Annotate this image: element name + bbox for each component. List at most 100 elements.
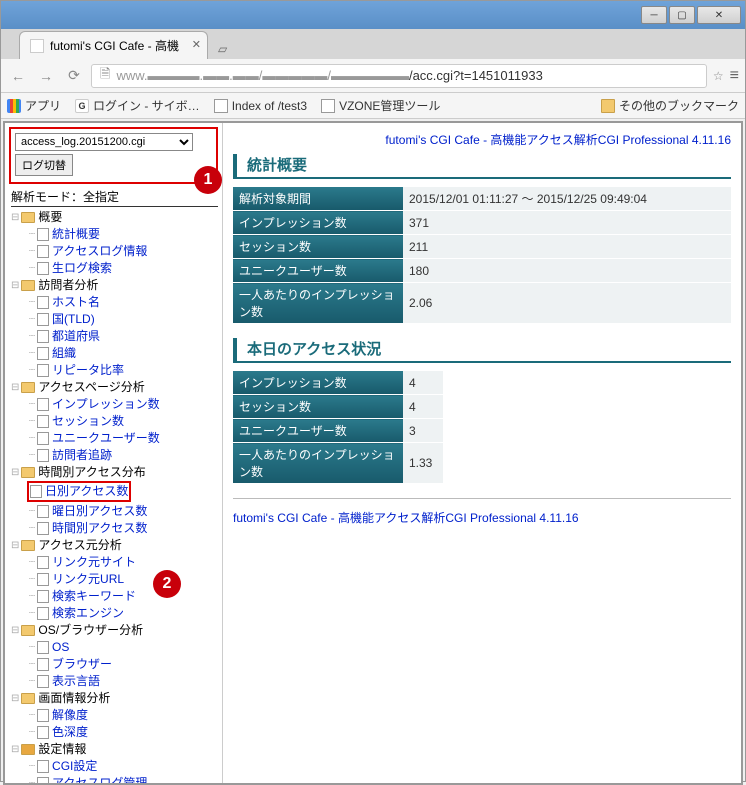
file-icon — [37, 398, 49, 411]
product-link-bottom[interactable]: futomi's CGI Cafe - 高機能アクセス解析CGI Profess… — [233, 509, 731, 526]
highlighted-tree-item[interactable]: 日別アクセス数 — [27, 481, 131, 502]
tree-item-label: 訪問者追跡 — [52, 447, 112, 464]
bookmark-star-icon[interactable]: ☆ — [713, 69, 724, 83]
tree-item[interactable]: ┈解像度 — [9, 707, 218, 724]
browser-tab[interactable]: futomi's CGI Cafe - 高機 ✕ — [19, 31, 208, 59]
tree-folder[interactable]: ⊟訪問者分析 — [9, 277, 218, 294]
forward-button[interactable]: → — [35, 65, 57, 87]
tree-item[interactable]: ┈組織 — [9, 345, 218, 362]
tree-folder-label: 訪問者分析 — [38, 277, 98, 294]
annotation-badge-1: 1 — [194, 166, 222, 194]
product-link-top[interactable]: futomi's CGI Cafe - 高機能アクセス解析CGI Profess… — [233, 131, 731, 148]
file-icon — [321, 99, 335, 113]
file-icon — [37, 505, 49, 518]
tree-item[interactable]: ┈統計概要 — [9, 226, 218, 243]
file-icon — [37, 245, 49, 258]
tree-folder[interactable]: ⊟画面情報分析 — [9, 690, 218, 707]
tree-item-label: ホスト名 — [52, 294, 100, 311]
tree-item[interactable]: ┈都道府県 — [9, 328, 218, 345]
log-switch-button[interactable]: ログ切替 — [15, 154, 73, 176]
table-row: インプレッション数371 — [233, 211, 731, 235]
tree-item[interactable]: ┈時間別アクセス数 — [9, 520, 218, 537]
log-selector-box: access_log.20151200.cgi ログ切替 1 — [9, 127, 218, 184]
file-icon — [37, 675, 49, 688]
file-icon — [37, 296, 49, 309]
tree-item[interactable]: ┈国(TLD) — [9, 311, 218, 328]
stat-value: 4 — [403, 395, 443, 419]
tree-folder-label: OS/ブラウザー分析 — [38, 622, 143, 639]
file-icon — [37, 777, 49, 783]
google-icon: G — [75, 99, 89, 113]
file-icon — [37, 607, 49, 620]
tree-folder[interactable]: ⊟アクセス元分析 — [9, 537, 218, 554]
url-field[interactable]: 🗎 www.▬▬▬▬.▬▬.▬▬/▬▬▬▬▬/▬▬▬▬▬▬ /acc.cgi?t… — [91, 64, 707, 88]
tree-item[interactable]: ┈CGI設定 — [9, 758, 218, 775]
tree-item[interactable]: ┈リンク元URL — [9, 571, 218, 588]
bookmarks-bar: アプリ Gログイン - サイボ… Index of /test3 VZONE管理… — [1, 93, 745, 119]
tree-item[interactable]: ┈検索エンジン — [9, 605, 218, 622]
tree-item-label: 国(TLD) — [52, 311, 95, 328]
maximize-button[interactable]: ▢ — [669, 6, 695, 24]
bookmark-login[interactable]: Gログイン - サイボ… — [75, 97, 200, 114]
tree-item[interactable]: ┈訪問者追跡 — [9, 447, 218, 464]
log-select[interactable]: access_log.20151200.cgi — [15, 133, 193, 151]
bookmark-other[interactable]: その他のブックマーク — [601, 97, 739, 114]
page-content: access_log.20151200.cgi ログ切替 1 解析モード：全指定… — [3, 121, 743, 785]
tab-close-icon[interactable]: ✕ — [192, 38, 201, 51]
tree-folder[interactable]: ⊟アクセスページ分析 — [9, 379, 218, 396]
chrome-menu-icon[interactable]: ≡ — [730, 67, 739, 85]
analysis-mode-label: 解析モード：全指定 — [11, 188, 218, 207]
tree-folder[interactable]: ⊟概要 — [9, 209, 218, 226]
folder-icon — [21, 382, 35, 393]
back-button[interactable]: ← — [7, 65, 29, 87]
file-icon — [37, 573, 49, 586]
tree-item[interactable]: ┈色深度 — [9, 724, 218, 741]
tree-item[interactable]: ┈セッション数 — [9, 413, 218, 430]
bookmark-index[interactable]: Index of /test3 — [214, 99, 307, 113]
tree-item[interactable]: ┈検索キーワード — [9, 588, 218, 605]
tree-item-label: 曜日別アクセス数 — [52, 503, 147, 520]
tree-folder[interactable]: ⊟OS/ブラウザー分析 — [9, 622, 218, 639]
stat-key: 一人あたりのインプレッション数 — [233, 443, 403, 484]
tree-item[interactable]: ┈ユニークユーザー数 — [9, 430, 218, 447]
new-tab-button[interactable]: ▱ — [212, 39, 233, 59]
bookmark-apps[interactable]: アプリ — [7, 97, 61, 114]
file-icon — [37, 330, 49, 343]
file-icon — [37, 760, 49, 773]
folder-icon — [21, 540, 35, 551]
minimize-button[interactable]: ─ — [641, 6, 667, 24]
tree-item[interactable]: ┈ホスト名 — [9, 294, 218, 311]
tree-item-label: 都道府県 — [52, 328, 100, 345]
address-bar: ← → ⟳ 🗎 www.▬▬▬▬.▬▬.▬▬/▬▬▬▬▬/▬▬▬▬▬▬ /acc… — [1, 59, 745, 93]
stat-value: 2015/12/01 01:11:27 ～ 2015/12/25 09:49:0… — [403, 187, 731, 211]
tree-folder[interactable]: ⊟時間別アクセス分布 — [9, 464, 218, 481]
folder-icon — [21, 693, 35, 704]
tree-item-label: 生ログ検索 — [52, 260, 112, 277]
tree-item[interactable]: ┈リンク元サイト — [9, 554, 218, 571]
stat-key: インプレッション数 — [233, 211, 403, 235]
tree-item[interactable]: ┈生ログ検索 — [9, 260, 218, 277]
stat-value: 371 — [403, 211, 731, 235]
close-button[interactable]: ✕ — [697, 6, 741, 24]
file-icon — [37, 709, 49, 722]
table-row: セッション数4 — [233, 395, 443, 419]
tree-item-label: ブラウザー — [52, 656, 112, 673]
tree-folder-label: アクセス元分析 — [38, 537, 121, 554]
file-icon — [37, 658, 49, 671]
tree-item-label: リンク元URL — [52, 571, 124, 588]
tree-item-label: 日別アクセス数 — [45, 483, 128, 500]
tree-item[interactable]: ┈表示言語 — [9, 673, 218, 690]
stat-value: 2.06 — [403, 283, 731, 324]
tree-item-label: 時間別アクセス数 — [52, 520, 147, 537]
bookmark-vzone[interactable]: VZONE管理ツール — [321, 97, 440, 114]
tree-item[interactable]: ┈ブラウザー — [9, 656, 218, 673]
tree-item[interactable]: ┈OS — [9, 639, 218, 656]
tree-folder[interactable]: ⊟設定情報 — [9, 741, 218, 758]
tree-item[interactable]: ┈アクセスログ情報 — [9, 243, 218, 260]
tree-item[interactable]: ┈曜日別アクセス数 — [9, 503, 218, 520]
stat-value: 1.33 — [403, 443, 443, 484]
tree-item[interactable]: ┈リピータ比率 — [9, 362, 218, 379]
tree-item[interactable]: ┈インプレッション数 — [9, 396, 218, 413]
reload-button[interactable]: ⟳ — [63, 65, 85, 87]
tree-item-label: リピータ比率 — [52, 362, 124, 379]
